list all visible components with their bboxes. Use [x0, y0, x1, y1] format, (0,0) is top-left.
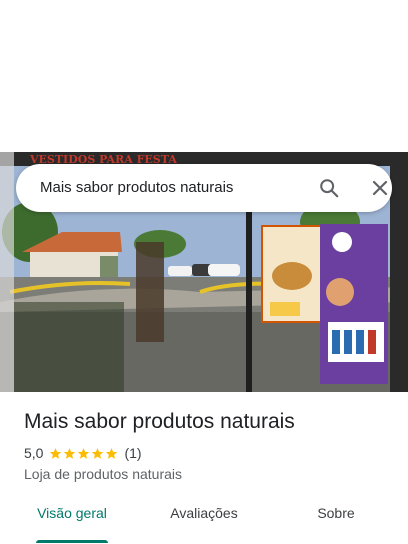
tab-reviews[interactable]: Avaliações: [148, 500, 260, 544]
star-icon: [106, 447, 118, 459]
rating-stars: [49, 447, 118, 460]
tab-overview[interactable]: Visão geral: [16, 500, 128, 544]
tab-about[interactable]: Sobre: [280, 500, 392, 544]
search-input[interactable]: Mais sabor produtos naturais: [40, 164, 233, 212]
review-count[interactable]: (1): [124, 445, 141, 461]
rating-value: 5,0: [24, 445, 44, 461]
star-icon: [64, 447, 76, 459]
close-icon[interactable]: [370, 178, 390, 198]
blank-header-area: [0, 0, 408, 152]
rating-row[interactable]: 5,0 (1): [24, 444, 142, 462]
place-tabs: Visão geral Avaliações Sobre: [0, 500, 408, 544]
place-title: Mais sabor produtos naturais: [24, 410, 295, 433]
place-info-panel: Mais sabor produtos naturais 5,0 (1) Loj…: [0, 392, 408, 544]
star-icon: [92, 447, 104, 459]
search-bar[interactable]: Mais sabor produtos naturais: [16, 164, 392, 212]
star-icon: [50, 447, 62, 459]
place-category[interactable]: Loja de produtos naturais: [24, 466, 182, 482]
search-icon[interactable]: [318, 177, 340, 199]
star-icon: [78, 447, 90, 459]
active-tab-indicator: [36, 540, 108, 543]
